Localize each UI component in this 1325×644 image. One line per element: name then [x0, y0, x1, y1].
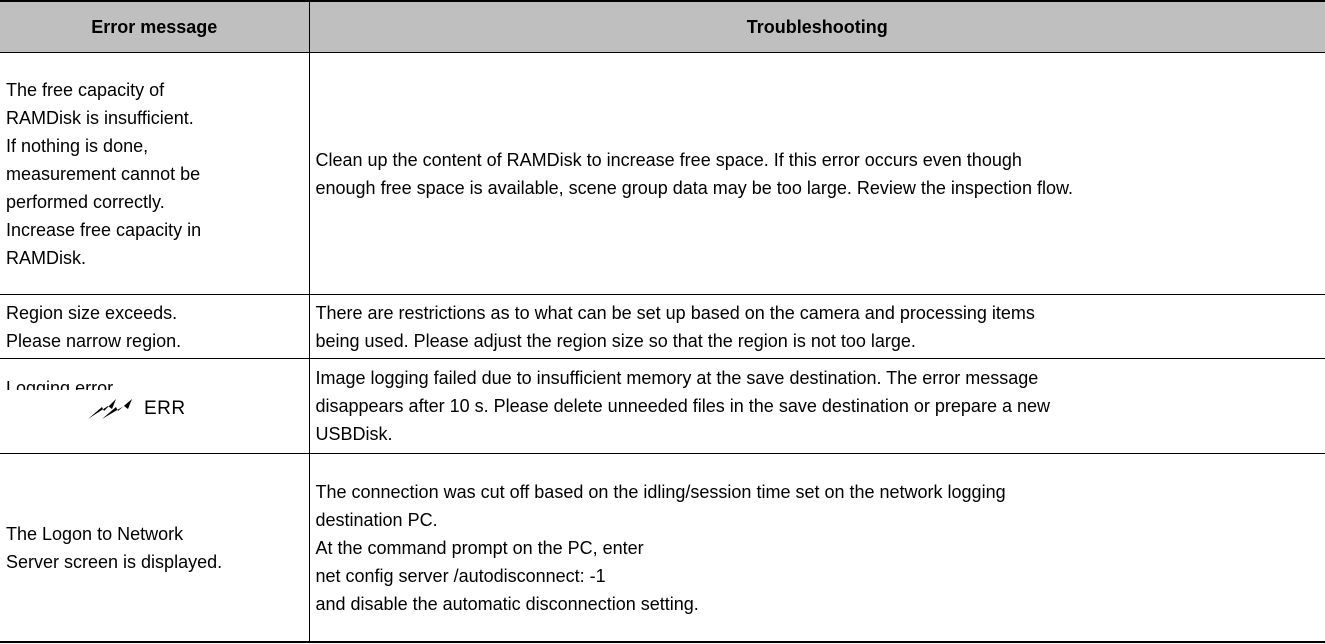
- troubleshooting-cell: There are restrictions as to what can be…: [308, 294, 1325, 359]
- error-message-line: RAMDisk is insufficient.: [6, 107, 194, 128]
- troubleshooting-line: Image logging failed due to insufficient…: [315, 368, 1039, 388]
- error-message-line: Increase free capacity in: [6, 219, 202, 240]
- error-message-line: Server screen is displayed.: [6, 551, 223, 572]
- header-troubleshooting: Troubleshooting: [308, 0, 1325, 53]
- error-message-line: The free capacity of: [6, 79, 165, 100]
- error-message-cell: The free capacity of RAMDisk is insuffic…: [0, 52, 310, 295]
- troubleshooting-line: Clean up the content of RAMDisk to incre…: [315, 149, 1022, 170]
- troubleshooting-cell: Image logging failed due to insufficient…: [308, 358, 1325, 454]
- header-error-message: Error message: [0, 0, 310, 53]
- lightning-err-icon: [88, 399, 132, 419]
- troubleshooting-cell: The connection was cut off based on the …: [308, 453, 1325, 643]
- error-message-line: Please narrow region.: [6, 330, 182, 351]
- troubleshooting-line: At the command prompt on the PC, enter: [315, 537, 644, 558]
- error-message-line: The Logon to Network: [6, 523, 184, 544]
- error-message-cell: Logging error ERR: [0, 358, 310, 454]
- error-troubleshooting-table: Error message Troubleshooting The free c…: [0, 0, 1325, 643]
- troubleshooting-cell: Clean up the content of RAMDisk to incre…: [308, 52, 1325, 295]
- troubleshooting-line: being used. Please adjust the region siz…: [315, 330, 916, 351]
- error-message-line: RAMDisk.: [6, 247, 86, 268]
- table-row: Logging error ERR Image logging failed d…: [0, 358, 1325, 454]
- err-indicator: ERR: [86, 394, 303, 424]
- error-message-line: Region size exceeds.: [6, 302, 178, 323]
- error-message-line: measurement cannot be: [6, 163, 201, 184]
- troubleshooting-line: There are restrictions as to what can be…: [315, 302, 1035, 323]
- error-message-line: Logging error: [6, 378, 114, 390]
- troubleshooting-line: and disable the automatic disconnection …: [315, 593, 699, 614]
- troubleshooting-line: net config server /autodisconnect: -1: [315, 565, 606, 586]
- err-indicator-text: ERR: [144, 398, 186, 419]
- troubleshooting-line: USBDisk.: [315, 424, 393, 444]
- error-message-cell: Region size exceeds. Please narrow regio…: [0, 294, 310, 359]
- troubleshooting-line: disappears after 10 s. Please delete unn…: [315, 396, 1050, 416]
- troubleshooting-line: destination PC.: [315, 509, 438, 530]
- table-header-row: Error message Troubleshooting: [0, 0, 1325, 53]
- table-row: The free capacity of RAMDisk is insuffic…: [0, 52, 1325, 295]
- table-row: Region size exceeds. Please narrow regio…: [0, 294, 1325, 359]
- troubleshooting-line: The connection was cut off based on the …: [315, 481, 1006, 502]
- error-message-cell: The Logon to Network Server screen is di…: [0, 453, 310, 643]
- table-row: The Logon to Network Server screen is di…: [0, 453, 1325, 643]
- error-message-line: If nothing is done,: [6, 135, 149, 156]
- error-message-line: performed correctly.: [6, 191, 165, 212]
- troubleshooting-line: enough free space is available, scene gr…: [315, 177, 1073, 198]
